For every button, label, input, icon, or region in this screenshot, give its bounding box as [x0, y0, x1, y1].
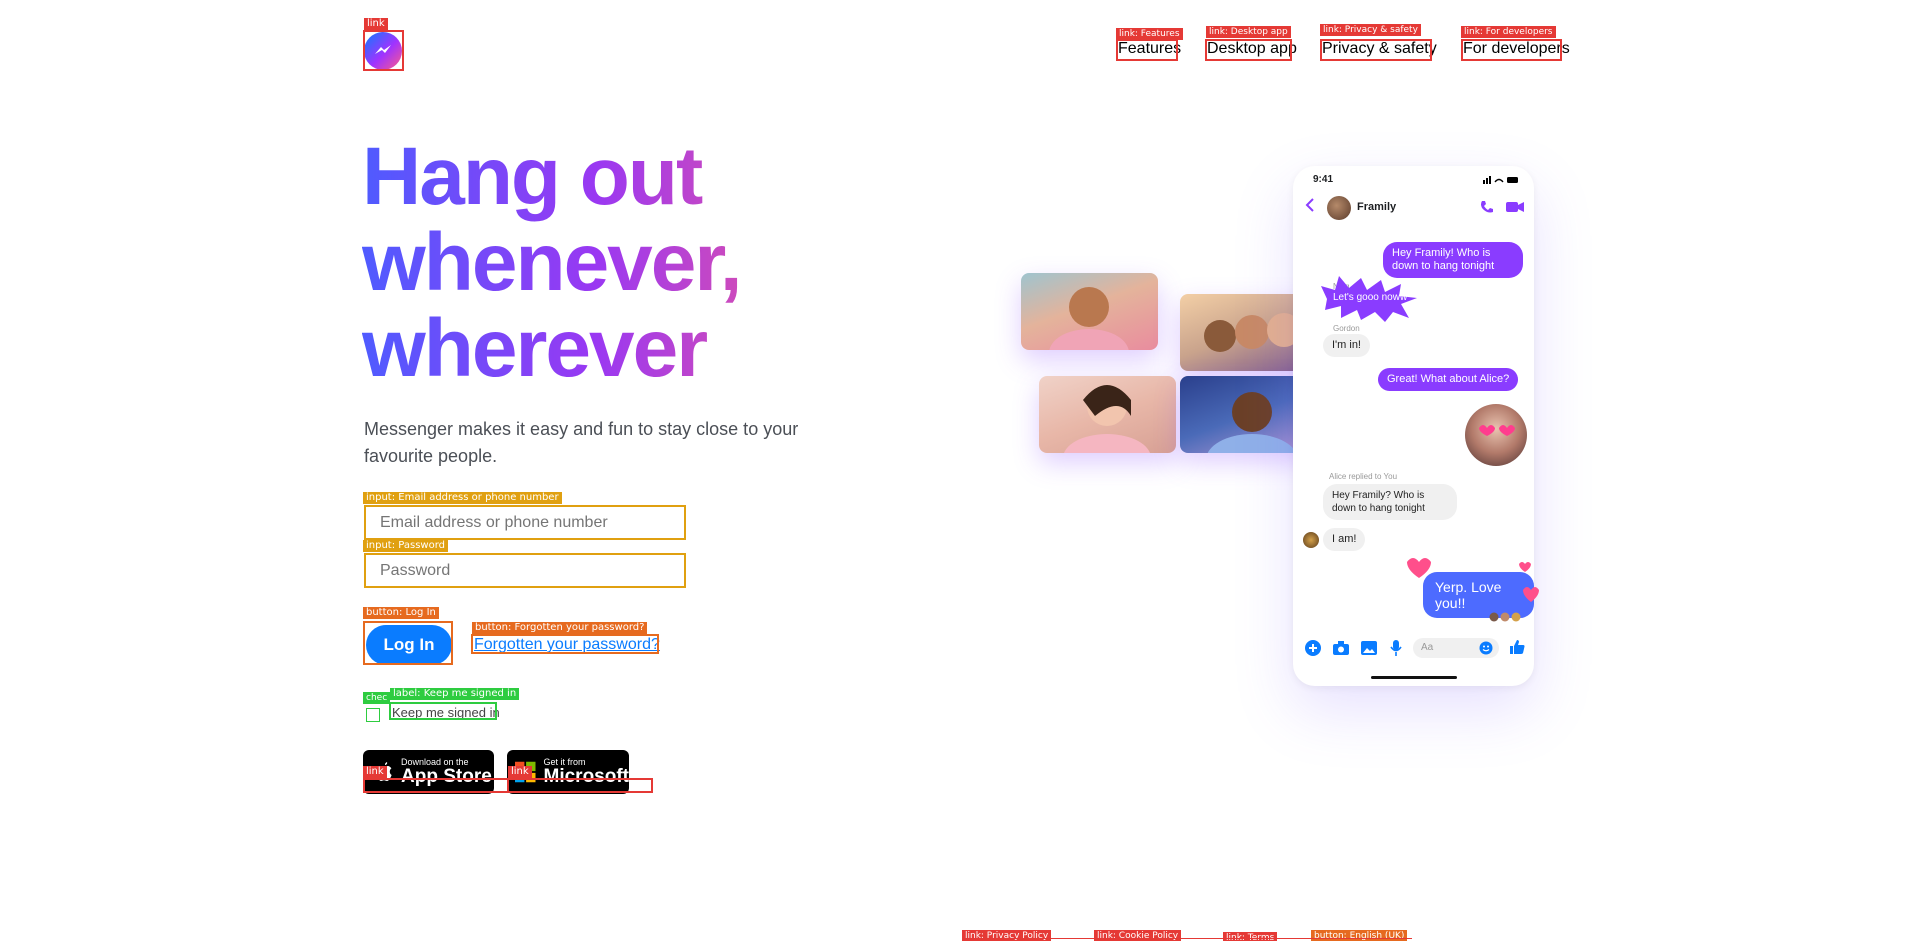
footer-cookie-tag: link: Cookie Policy: [1094, 930, 1182, 941]
read-receipts-icon: [1489, 612, 1521, 622]
phone-call-icon[interactable]: [1479, 200, 1493, 214]
video-call-icon[interactable]: [1506, 201, 1524, 213]
microsoft-big-text: Microsoft: [543, 766, 630, 787]
password-input[interactable]: [364, 553, 686, 588]
logo-annotation-tag: link: [364, 18, 388, 30]
footer-language-tag: button: English (UK): [1311, 930, 1408, 941]
phone-mockup: 9:41 Framily Hey Framily! Who is down to…: [1293, 166, 1539, 686]
nav-desktop-app-link[interactable]: Desktop app: [1207, 40, 1297, 58]
composer-input[interactable]: Aa: [1413, 638, 1499, 658]
checkbox-annotation-tag: chec: [363, 692, 391, 704]
messenger-bolt-icon: [375, 45, 391, 54]
keep-signed-in-label[interactable]: Keep me signed in: [392, 705, 500, 720]
phone-time: 9:41: [1313, 174, 1334, 185]
message-incoming-1: I'm in!: [1323, 334, 1370, 357]
messenger-logo-link[interactable]: [364, 32, 402, 70]
nav-features-tag: link: Features: [1116, 28, 1183, 40]
plus-circle-icon[interactable]: [1305, 640, 1321, 656]
microphone-icon[interactable]: [1390, 640, 1402, 656]
app-store-annotation-tag: link: [363, 766, 387, 778]
person-avatar-icon: [1063, 385, 1151, 453]
alice-photo-message: [1465, 404, 1527, 466]
chat-name: Framily: [1357, 201, 1397, 213]
video-call-photo-3: [1039, 376, 1176, 453]
hero-title-line-1: Hang out: [362, 131, 702, 222]
heart-eyes-icon: [1479, 425, 1515, 436]
nav-developers-link[interactable]: For developers: [1463, 40, 1570, 58]
sender-gordon: Gordon: [1333, 324, 1360, 333]
gallery-icon[interactable]: [1361, 641, 1377, 655]
nav-features-link[interactable]: Features: [1118, 40, 1181, 58]
password-annotation-tag: input: Password: [363, 540, 448, 552]
email-annotation-tag: input: Email address or phone number: [363, 492, 562, 504]
nav-privacy-link[interactable]: Privacy & safety: [1322, 40, 1437, 58]
app-store-big-text: App Store: [401, 766, 492, 787]
nav-developers-tag: link: For developers: [1461, 26, 1556, 38]
keep-label-annotation-tag: label: Keep me signed in: [390, 688, 520, 700]
composer-placeholder: Aa: [1421, 642, 1434, 653]
message-outgoing-1: Hey Framily! Who is down to hang tonight: [1383, 242, 1523, 278]
message-incoming-quote: Hey Framily? Who is down to hang tonight: [1323, 484, 1457, 520]
message-outgoing-3: Great! What about Alice?: [1378, 368, 1519, 391]
message-outgoing-2: Let's gooo noww: [1333, 292, 1408, 303]
emoji-icon[interactable]: [1479, 641, 1493, 655]
camera-icon[interactable]: [1333, 641, 1349, 655]
login-annotation-tag: button: Log In: [363, 607, 439, 619]
message-incoming-2: I am!: [1323, 528, 1366, 551]
person-avatar-icon: [1049, 287, 1129, 350]
hero-title: Hang out whenever, wherever: [362, 134, 882, 392]
log-in-button[interactable]: Log In: [366, 625, 452, 665]
reply-note: Alice replied to You: [1329, 472, 1398, 481]
hearts-decoration-icon: [1519, 562, 1539, 602]
footer-privacy-tag: link: Privacy Policy: [962, 930, 1052, 941]
microsoft-annotation-tag: link: [508, 766, 532, 778]
keep-signed-in-checkbox[interactable]: [366, 708, 380, 722]
footer-terms-tag: link: Terms: [1223, 932, 1278, 941]
alice-avatar: [1303, 532, 1319, 548]
hero-subtitle: Messenger makes it easy and fun to stay …: [364, 419, 799, 466]
thumbs-up-icon[interactable]: [1509, 639, 1525, 655]
forgot-annotation-tag: button: Forgotten your password?: [472, 622, 648, 634]
home-indicator: [1371, 676, 1457, 679]
nav-privacy-tag: link: Privacy & safety: [1320, 24, 1421, 36]
group-avatar: [1327, 196, 1351, 220]
email-input[interactable]: [364, 505, 686, 540]
status-bar-icons: [1483, 176, 1518, 184]
hero-title-line-3: wherever: [362, 303, 707, 394]
nav-desktop-tag: link: Desktop app: [1206, 26, 1291, 38]
hero-title-line-2: whenever,: [362, 217, 741, 308]
video-call-photo-1: [1021, 273, 1158, 350]
forgotten-password-button[interactable]: Forgotten your password?: [474, 636, 660, 654]
back-chevron-icon[interactable]: [1305, 198, 1315, 212]
